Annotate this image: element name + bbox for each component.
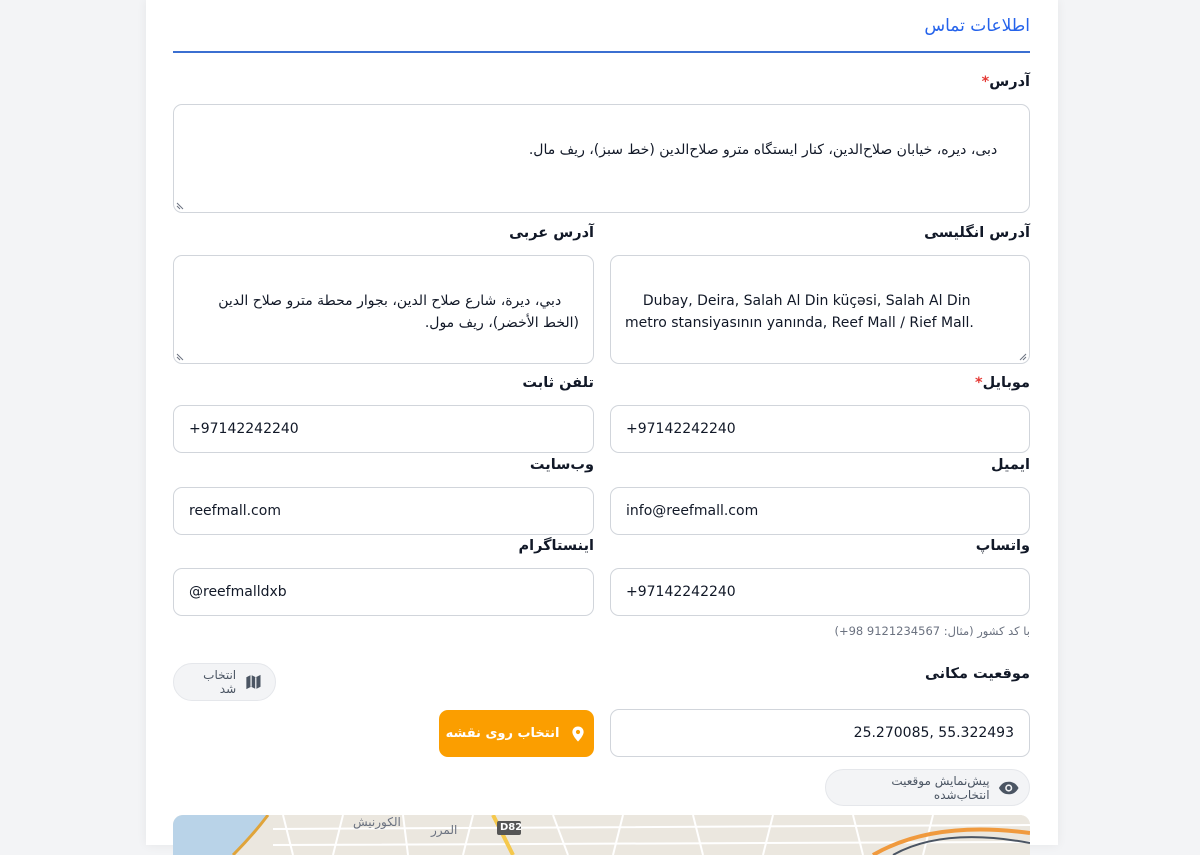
section-divider xyxy=(173,51,1030,53)
address-ar-value: دبي، ديرة، شارع صلاح الدين، بجوار محطة م… xyxy=(213,293,579,331)
email-input[interactable]: info@reefmall.com xyxy=(610,487,1030,535)
select-on-map-button[interactable]: انتخاب روی نقشه xyxy=(439,710,594,757)
select-on-map-label: انتخاب روی نقشه xyxy=(445,726,560,741)
map-label: المرر xyxy=(431,823,458,837)
mobile-input[interactable]: +97142242240 xyxy=(610,405,1030,453)
resize-handle-icon[interactable] xyxy=(176,351,186,361)
location-label: موقعیت مکانی xyxy=(924,666,1030,682)
location-status-text: انتخاب شد xyxy=(203,668,237,696)
required-mark: * xyxy=(975,375,983,391)
whatsapp-hint: با کد کشور (مثال: ‎+98 9121234567) xyxy=(834,624,1030,638)
address-textarea[interactable]: دبی، دیره، خیابان صلاح‌الدین، کنار ایستگ… xyxy=(173,104,1030,213)
address-en-value: Dubay, Deira, Salah Al Din küçəsi, Salah… xyxy=(625,293,975,331)
location-selected-chip: انتخاب شد xyxy=(173,663,276,701)
whatsapp-input[interactable]: +97142242240 xyxy=(610,568,1030,616)
instagram-label: اینستاگرام xyxy=(518,538,594,554)
address-en-textarea[interactable]: Dubay, Deira, Salah Al Din küçəsi, Salah… xyxy=(610,255,1030,364)
section-title: اطلاعات تماس xyxy=(924,16,1030,36)
preview-location-button[interactable]: پیش‌نمایش موقعیت انتخاب‌شده xyxy=(825,769,1030,806)
whatsapp-label: واتساپ xyxy=(975,538,1030,554)
contact-info-card: اطلاعات تماس آدرس* دبی، دیره، خیابان صلا… xyxy=(146,0,1058,855)
road-shield: D82 xyxy=(500,822,523,833)
resize-handle-icon[interactable] xyxy=(176,200,186,210)
resize-handle-icon[interactable] xyxy=(1017,351,1027,361)
website-input[interactable]: reefmall.com xyxy=(173,487,594,535)
landline-input[interactable]: +97142242240 xyxy=(173,405,594,453)
map-label: الكورنيش xyxy=(353,815,401,829)
address-ar-label: آدرس عربی xyxy=(509,225,594,241)
eye-icon xyxy=(998,781,1019,794)
address-value: دبی، دیره، خیابان صلاح‌الدین، کنار ایستگ… xyxy=(528,142,998,158)
address-ar-textarea[interactable]: دبي، ديرة، شارع صلاح الدين، بجوار محطة م… xyxy=(173,255,594,364)
map-tiles xyxy=(173,815,1030,855)
address-en-label: آدرس انگلیسی xyxy=(924,225,1030,241)
location-pin-icon xyxy=(572,726,585,741)
mobile-label: موبایل* xyxy=(975,375,1030,391)
map-icon xyxy=(246,674,261,690)
instagram-input[interactable]: @reefmalldxb xyxy=(173,568,594,616)
landline-label: تلفن ثابت xyxy=(522,375,594,391)
email-label: ایمیل xyxy=(991,457,1030,473)
website-label: وب‌سایت xyxy=(529,457,594,473)
address-label: آدرس* xyxy=(981,74,1030,90)
map-preview[interactable]: الكورنيش المرر D82 xyxy=(173,815,1030,855)
coordinates-input[interactable]: 25.270085, 55.322493 xyxy=(610,709,1030,757)
preview-location-label: پیش‌نمایش موقعیت انتخاب‌شده xyxy=(891,773,990,802)
